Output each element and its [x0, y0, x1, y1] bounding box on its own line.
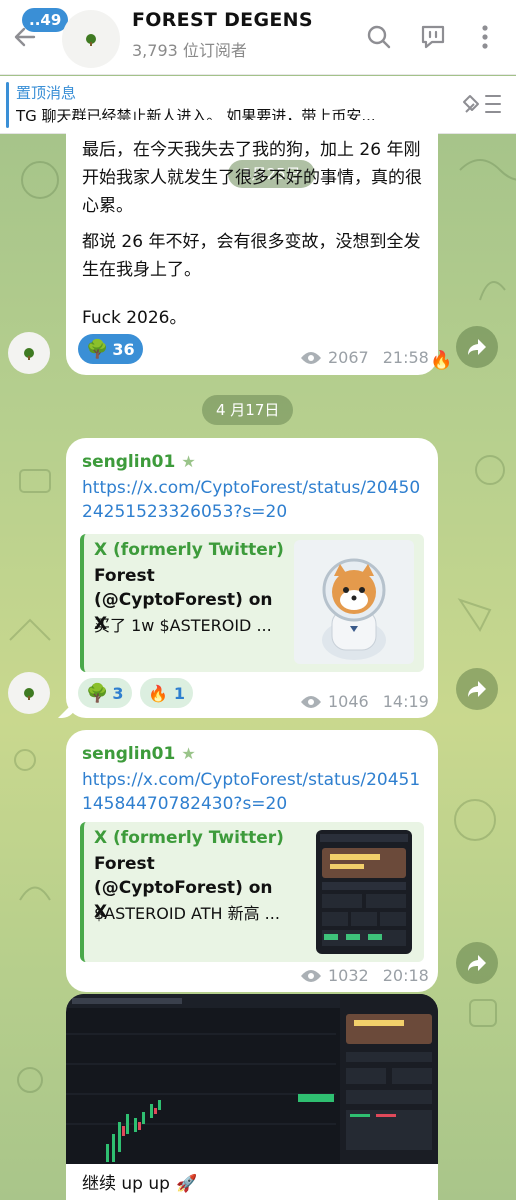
message-paragraph: 都说 26 年不好，会有很多变故，没想到全发生在我身上了。: [82, 232, 421, 280]
tree-icon: [24, 688, 34, 700]
unpin-list-icon[interactable]: [460, 88, 504, 120]
fire-icon: 🔥: [430, 350, 453, 371]
link-preview[interactable]: X (formerly Twitter) Forest (@CyptoFores…: [80, 534, 424, 672]
tree-emoji-icon: 🌳: [86, 338, 109, 360]
channel-avatar[interactable]: [62, 10, 120, 68]
message-bubble-3[interactable]: senglin01 ★ https://x.com/CyptoForest/sta…: [66, 730, 438, 992]
unread-badge[interactable]: ..49: [22, 8, 69, 32]
preview-site: X (formerly Twitter): [94, 540, 284, 560]
chat-icon: [421, 25, 445, 49]
message-meta: 2067 21:58: [300, 348, 429, 367]
reaction-tree[interactable]: 🌳 36: [78, 334, 143, 364]
reaction-fire[interactable]: 🔥 1: [140, 678, 194, 708]
forward-button[interactable]: [456, 668, 498, 710]
image-caption: 继续 up up 🚀: [82, 1174, 198, 1194]
message-bubble-2[interactable]: senglin01 ★ https://x.com/CyptoForest/sta…: [66, 438, 438, 718]
channel-title[interactable]: FOREST DEGENS: [132, 9, 313, 31]
message-link[interactable]: https://x.com/CyptoForest/status/2045024…: [82, 476, 428, 524]
eye-icon: [301, 695, 321, 708]
message-meta: 1032 20:18: [300, 966, 429, 985]
pinned-label: 置顶消息: [16, 84, 77, 102]
message-paragraph: 最后，在今天我失去了我的狗，加上 26 年刚开始我家人就发生了很多不好的事情，真…: [82, 140, 422, 216]
message-bubble-1[interactable]: 3月25日 最后，在今天我失去了我的狗，加上 26 年刚开始我家人就发生了很多不…: [66, 120, 438, 375]
message-time: 14:19: [382, 692, 429, 711]
channel-mini-avatar[interactable]: [8, 672, 50, 714]
forward-button[interactable]: [456, 942, 498, 984]
more-button[interactable]: [468, 20, 502, 54]
message-paragraph: Fuck 2026。: [82, 308, 187, 328]
reaction-count: 36: [112, 339, 135, 359]
discussion-button[interactable]: [416, 20, 450, 54]
message-time: 20:18: [382, 966, 429, 985]
view-count: 1046: [328, 692, 369, 711]
preview-site: X (formerly Twitter): [94, 828, 284, 848]
chart-screenshot-image[interactable]: [66, 994, 438, 1164]
forward-icon: [468, 681, 486, 697]
reaction-tree[interactable]: 🌳 3: [78, 678, 132, 708]
forward-icon: [468, 955, 486, 971]
preview-description: 买了 1w $ASTEROID ...: [94, 616, 272, 635]
reaction-count: 1: [173, 683, 186, 703]
sender-name[interactable]: senglin01 ★: [82, 744, 196, 764]
search-button[interactable]: [362, 20, 396, 54]
forward-button[interactable]: [456, 326, 498, 368]
pinned-indicator: [6, 82, 9, 128]
link-preview[interactable]: X (formerly Twitter) Forest (@CyptoFores…: [80, 822, 424, 962]
rocket-icon: 🚀: [175, 1174, 198, 1194]
reaction-count: 3: [112, 683, 124, 703]
message-bubble-4[interactable]: 继续 up up 🚀: [66, 994, 438, 1200]
date-separator: 4 月17日: [202, 395, 294, 425]
view-count: 1032: [328, 966, 369, 985]
preview-thumbnail-shiba: [294, 540, 414, 664]
fire-emoji-icon: 🔥: [148, 683, 168, 703]
search-icon: [367, 25, 391, 49]
preview-thumbnail-dexscreener: [316, 830, 412, 954]
star-icon: ★: [181, 744, 196, 763]
eye-icon: [301, 351, 321, 364]
tree-icon: [86, 34, 96, 46]
chat-header: ..49 FOREST DEGENS 3,793 位订阅者: [0, 0, 516, 75]
more-icon: [482, 25, 488, 49]
forward-icon: [468, 339, 486, 355]
star-icon: ★: [181, 452, 196, 471]
preview-description: $ASTEROID ATH 新高 ...: [94, 904, 280, 923]
tree-icon: [24, 348, 34, 360]
message-meta: 1046 14:19: [300, 692, 429, 711]
tree-emoji-icon: 🌳: [86, 682, 109, 704]
sender-name[interactable]: senglin01 ★: [82, 452, 196, 472]
channel-mini-avatar[interactable]: [8, 332, 50, 374]
view-count: 2067: [328, 348, 369, 367]
message-time: 21:58: [382, 348, 429, 367]
eye-icon: [301, 969, 321, 982]
message-link[interactable]: https://x.com/CyptoForest/status/2045114…: [82, 768, 428, 816]
subscriber-count: 3,793 位订阅者: [132, 41, 247, 60]
